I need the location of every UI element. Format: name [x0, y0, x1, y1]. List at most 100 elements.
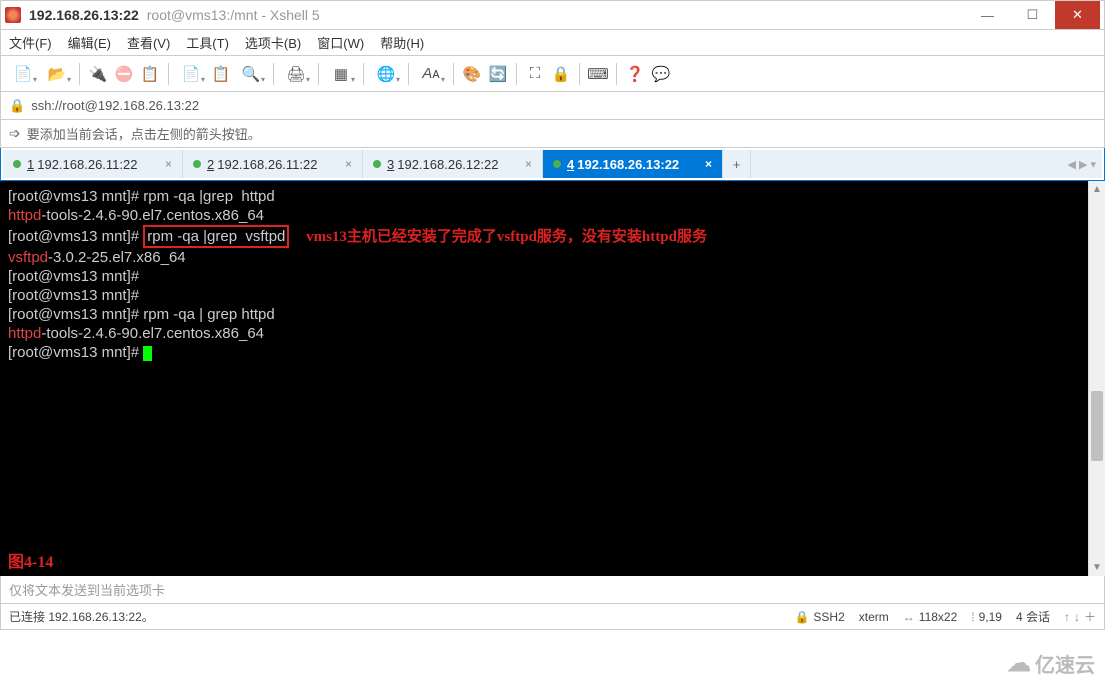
reconnect-button[interactable]: 🔌 — [86, 62, 110, 86]
term-size: 118x22 — [919, 610, 957, 624]
tab-close-icon[interactable]: × — [697, 157, 712, 171]
tab-num: 2 — [207, 157, 214, 172]
layout-button[interactable]: ▦ — [325, 62, 357, 86]
tab-close-icon[interactable]: × — [337, 157, 352, 171]
maximize-button[interactable]: ☐ — [1010, 1, 1055, 29]
close-button[interactable]: ✕ — [1055, 1, 1100, 29]
status-dot-icon — [553, 160, 561, 168]
output: -3.0.2-25.el7.x86_64 — [48, 249, 186, 266]
menu-tabs[interactable]: 选项卡(B) — [245, 33, 301, 52]
cursor-icon: ⁞ — [971, 610, 974, 624]
print-button[interactable]: 🖨 — [280, 62, 312, 86]
separator — [579, 63, 580, 85]
terminal-output[interactable]: [root@vms13 mnt]# rpm -qa |grep httpd ht… — [0, 181, 1105, 576]
size-icon: ↔ — [903, 610, 915, 624]
scrollbar[interactable]: ▲ ▼ — [1088, 181, 1105, 576]
add-tab-button[interactable]: + — [723, 150, 751, 178]
nav-up-icon[interactable]: ↑ — [1064, 610, 1070, 624]
menu-tools[interactable]: 工具(T) — [186, 33, 229, 52]
lock-button[interactable]: 🔒 — [549, 62, 573, 86]
help-button[interactable]: ❓ — [623, 62, 647, 86]
menu-view[interactable]: 查看(V) — [127, 33, 170, 52]
status-dot-icon — [373, 160, 381, 168]
title-sub: root@vms13:/mnt - Xshell 5 — [147, 7, 320, 23]
highlighted-command: rpm -qa |grep vsftpd — [143, 225, 289, 248]
open-button[interactable]: 📂 — [41, 62, 73, 86]
app-icon — [5, 7, 21, 23]
tab-strip: 1 192.168.26.11:22 × 2 192.168.26.11:22 … — [3, 150, 1102, 178]
fullscreen-button[interactable]: ⛶ — [523, 62, 547, 86]
annotation: vms13主机已经安装了完成了vsftpd服务，没有安装httpd服务 — [306, 229, 707, 245]
new-session-button[interactable]: 📄 — [7, 62, 39, 86]
cloud-icon: ☁ — [1007, 649, 1031, 678]
arrow-icon[interactable]: ➩ — [9, 125, 21, 142]
tab-scroll-arrows[interactable]: ◀ ▶ ▾ — [1061, 150, 1102, 178]
prompt: [root@vms13 mnt]# — [8, 344, 143, 361]
session-tab-2[interactable]: 2 192.168.26.11:22 × — [183, 150, 363, 178]
send-input-bar[interactable]: 仅将文本发送到当前选项卡 — [0, 576, 1105, 604]
separator — [79, 63, 80, 85]
output: -tools-2.4.6-90.el7.centos.x86_64 — [41, 207, 264, 224]
disconnect-button[interactable]: ⛔ — [112, 62, 136, 86]
status-dot-icon — [13, 160, 21, 168]
tab-label: 192.168.26.11:22 — [37, 157, 137, 172]
minimize-button[interactable]: ― — [965, 1, 1010, 29]
font-button[interactable]: Aᴀ — [415, 62, 447, 86]
status-bar: 已连接 192.168.26.13:22。 🔒SSH2 xterm ↔118x2… — [0, 604, 1105, 630]
prompt: [root@vms13 mnt]# — [8, 268, 143, 285]
prompt: [root@vms13 mnt]# — [8, 306, 143, 323]
cursor — [143, 346, 152, 361]
separator — [363, 63, 364, 85]
hint-text: 要添加当前会话，点击左侧的箭头按钮。 — [27, 124, 261, 143]
prompt: [root@vms13 mnt]# — [8, 287, 143, 304]
session-tab-1[interactable]: 1 192.168.26.11:22 × — [3, 150, 183, 178]
tab-label: 192.168.26.11:22 — [217, 157, 317, 172]
properties-button[interactable]: 📋 — [138, 62, 162, 86]
session-tab-3[interactable]: 3 192.168.26.12:22 × — [363, 150, 543, 178]
prompt: [root@vms13 mnt]# — [8, 228, 143, 245]
send-placeholder: 仅将文本发送到当前选项卡 — [9, 580, 165, 599]
prompt: [root@vms13 mnt]# — [8, 188, 143, 205]
lock-icon: 🔒 — [794, 610, 809, 624]
menu-window[interactable]: 窗口(W) — [317, 33, 364, 52]
color-button[interactable]: 🎨 — [460, 62, 484, 86]
command: rpm -qa |grep httpd — [143, 188, 274, 205]
menu-edit[interactable]: 编辑(E) — [68, 33, 111, 52]
tab-close-icon[interactable]: × — [517, 157, 532, 171]
paste-button[interactable]: 📋 — [209, 62, 233, 86]
separator — [516, 63, 517, 85]
chat-button[interactable]: 💬 — [649, 62, 673, 86]
separator — [318, 63, 319, 85]
nav-down-icon[interactable]: ↓ — [1074, 610, 1080, 624]
tab-num: 1 — [27, 157, 34, 172]
menu-file[interactable]: 文件(F) — [9, 33, 52, 52]
match: httpd — [8, 325, 41, 342]
session-tab-4[interactable]: 4 192.168.26.13:22 × — [543, 150, 723, 178]
lock-icon: 🔒 — [9, 98, 25, 114]
session-count: 4 会话 — [1016, 608, 1050, 625]
tab-num: 3 — [387, 157, 394, 172]
separator — [616, 63, 617, 85]
separator — [273, 63, 274, 85]
match: httpd — [8, 207, 41, 224]
scroll-up-icon[interactable]: ▲ — [1089, 181, 1105, 198]
separator — [453, 63, 454, 85]
nav-add-icon[interactable]: ＋ — [1084, 608, 1096, 625]
title-bar: 192.168.26.13:22 root@vms13:/mnt - Xshel… — [0, 0, 1105, 30]
menu-help[interactable]: 帮助(H) — [380, 33, 424, 52]
refresh-button[interactable]: 🔄 — [486, 62, 510, 86]
address-url[interactable]: ssh://root@192.168.26.13:22 — [31, 98, 199, 113]
tab-label: 192.168.26.13:22 — [577, 157, 679, 172]
encoding-button[interactable]: 🌐 — [370, 62, 402, 86]
scroll-thumb[interactable] — [1091, 391, 1103, 461]
tab-close-icon[interactable]: × — [157, 157, 172, 171]
scroll-down-icon[interactable]: ▼ — [1089, 559, 1105, 576]
find-button[interactable]: 🔍 — [235, 62, 267, 86]
output: -tools-2.4.6-90.el7.centos.x86_64 — [41, 325, 264, 342]
cursor-pos: 9,19 — [979, 610, 1002, 624]
separator — [408, 63, 409, 85]
title-host: 192.168.26.13:22 — [29, 7, 139, 23]
copy-button[interactable]: 📄 — [175, 62, 207, 86]
menu-bar: 文件(F) 编辑(E) 查看(V) 工具(T) 选项卡(B) 窗口(W) 帮助(… — [0, 30, 1105, 56]
keyboard-button[interactable]: ⌨ — [586, 62, 610, 86]
